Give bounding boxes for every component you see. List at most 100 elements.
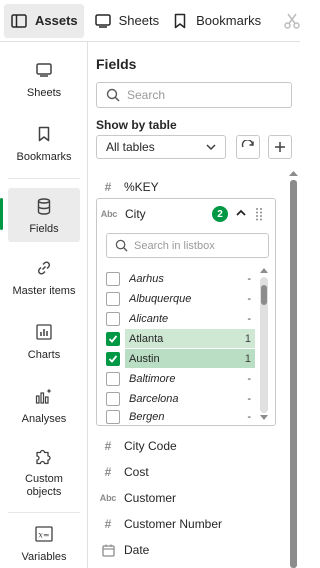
sheets-icon	[94, 12, 112, 30]
refresh-icon	[241, 140, 254, 148]
puzzle-icon	[34, 448, 54, 466]
assets-icon	[10, 12, 28, 30]
field-item[interactable]: Abc Customer	[98, 488, 176, 508]
bookmark-icon	[34, 124, 54, 144]
field-item[interactable]: Date	[98, 540, 149, 560]
fields-search[interactable]	[96, 82, 292, 108]
list-item[interactable]: Bergen -	[106, 408, 258, 425]
calendar-icon	[98, 544, 118, 557]
checkbox[interactable]	[106, 409, 120, 424]
list-item-count: -	[247, 312, 251, 325]
svg-text:x=: x=	[38, 531, 49, 540]
search-input[interactable]	[127, 88, 287, 102]
bookmark-icon	[171, 12, 189, 30]
nav-item-label: Charts	[27, 349, 61, 361]
search-icon	[106, 88, 120, 102]
list-item-count: -	[247, 372, 251, 385]
drag-handle-icon[interactable]	[255, 207, 263, 221]
list-item[interactable]: Albuquerque -	[106, 289, 258, 308]
top-toolbar: Assets Sheets Bookmarks	[0, 0, 300, 42]
checkbox-checked[interactable]	[106, 351, 120, 366]
field-item[interactable]: # Cost	[98, 462, 149, 482]
field-name: City Code	[124, 439, 177, 453]
list-item[interactable]: Baltimore -	[106, 369, 258, 388]
nav-divider	[8, 178, 80, 179]
sheets-tab[interactable]: Sheets	[88, 4, 165, 38]
scroll-up-arrow-icon[interactable]	[289, 170, 298, 176]
nav-item-label: Analyses	[21, 413, 67, 425]
nav-item-label: Custom objects	[25, 473, 63, 498]
numeric-type-icon: #	[104, 439, 112, 453]
nav-item-fields[interactable]: Fields	[0, 188, 80, 242]
list-item-count: -	[247, 392, 251, 405]
list-item-name: Aarhus	[129, 272, 164, 285]
field-name: Customer Number	[124, 517, 223, 531]
scissors-icon[interactable]	[283, 11, 301, 31]
list-item-count: 1	[244, 332, 251, 345]
nav-item-custom-objects[interactable]: Custom objects	[8, 448, 80, 498]
list-item-name: Atlanta	[129, 332, 164, 345]
sheets-tab-label: Sheets	[118, 13, 160, 28]
list-item[interactable]: Barcelona -	[106, 389, 258, 408]
list-item-name: Barcelona	[129, 392, 179, 405]
refresh-button[interactable]	[236, 135, 260, 159]
add-button[interactable]	[268, 135, 292, 159]
numeric-type-icon: #	[104, 180, 112, 194]
assets-tab[interactable]: Assets	[4, 3, 84, 38]
nav-item-label: Sheets	[26, 87, 62, 99]
list-item-selected[interactable]: Atlanta 1	[106, 329, 258, 348]
nav-item-analyses[interactable]: Analyses	[8, 386, 80, 434]
nav-item-variables[interactable]: x= Variables	[8, 524, 80, 568]
nav-item-charts[interactable]: Charts	[8, 322, 80, 370]
nav-item-label: Fields	[29, 223, 59, 235]
chevron-up-icon[interactable]	[235, 207, 247, 219]
listbox-search[interactable]	[106, 233, 269, 258]
panel-scrollbar[interactable]	[288, 170, 298, 568]
selection-count-badge: 2	[212, 206, 228, 222]
text-type-icon: Abc	[100, 209, 118, 219]
nav-item-sheets[interactable]: Sheets	[8, 54, 80, 106]
field-item[interactable]: # Customer Number	[98, 514, 222, 534]
scroll-thumb[interactable]	[261, 285, 267, 305]
listbox-scrollbar[interactable]	[259, 267, 269, 423]
bar-chart-icon	[34, 322, 54, 342]
checkbox[interactable]	[106, 391, 120, 406]
checkbox[interactable]	[106, 271, 120, 286]
field-name: %KEY	[124, 180, 159, 194]
list-item-name: Austin	[129, 352, 160, 365]
city-field-header[interactable]: Abc City	[97, 199, 275, 229]
list-item-selected[interactable]: Austin 1	[106, 349, 258, 368]
field-name: Customer	[124, 491, 177, 505]
list-item-name: Baltimore	[129, 372, 176, 385]
list-item-name: Bergen	[129, 410, 165, 423]
search-icon	[115, 239, 128, 252]
scroll-down-arrow-icon[interactable]	[260, 415, 268, 421]
sheets-icon	[34, 60, 54, 80]
nav-item-label: Bookmarks	[16, 151, 72, 163]
show-by-table-label: Show by table	[96, 118, 177, 132]
bookmarks-tab[interactable]: Bookmarks	[165, 4, 267, 38]
nav-item-label: Master items	[12, 285, 76, 297]
city-listbox-card: Abc City 2 Aarhus - Albuquerque - Alican…	[96, 198, 276, 426]
listbox-search-input[interactable]	[134, 239, 264, 252]
text-type-icon: Abc	[99, 493, 117, 503]
list-item[interactable]: Alicante -	[106, 309, 258, 328]
table-select[interactable]: All tables	[96, 135, 226, 159]
panel-title: Fields	[96, 56, 137, 72]
table-select-value: All tables	[106, 140, 155, 154]
nav-item-bookmarks[interactable]: Bookmarks	[8, 118, 80, 170]
field-item[interactable]: # City Code	[98, 436, 177, 456]
scroll-up-arrow-icon[interactable]	[260, 267, 268, 273]
scroll-thumb[interactable]	[290, 180, 297, 568]
plus-icon	[275, 142, 285, 152]
checkbox-checked[interactable]	[106, 331, 120, 346]
checkbox[interactable]	[106, 291, 120, 306]
checkbox[interactable]	[106, 371, 120, 386]
nav-item-label: Variables	[21, 551, 67, 563]
field-item[interactable]: # %KEY	[98, 177, 159, 197]
field-name: Cost	[124, 465, 149, 479]
numeric-type-icon: #	[104, 517, 112, 531]
list-item[interactable]: Aarhus -	[106, 269, 258, 288]
nav-item-master-items[interactable]: Master items	[8, 258, 80, 306]
checkbox[interactable]	[106, 311, 120, 326]
